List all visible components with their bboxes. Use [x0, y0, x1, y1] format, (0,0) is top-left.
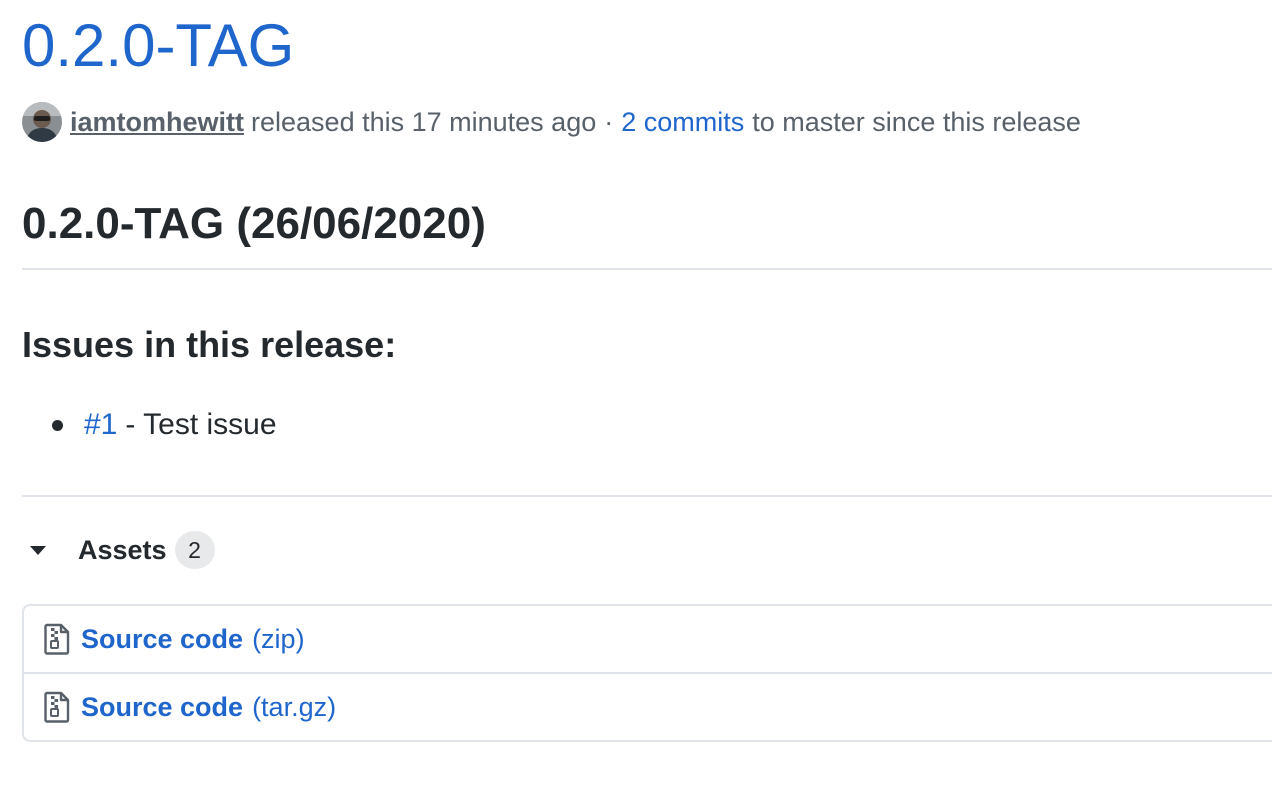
asset-link[interactable]: Source code — [81, 692, 243, 723]
issue-description: - Test issue — [125, 408, 277, 441]
assets-toggle[interactable]: Assets 2 — [22, 530, 215, 570]
asset-link[interactable]: Source code — [81, 624, 243, 655]
assets-label: Assets — [78, 534, 167, 565]
asset-row-zip[interactable]: Source code (zip) — [24, 606, 1272, 672]
commits-suffix: to master since this release — [752, 106, 1081, 137]
meta-separator: · — [604, 106, 614, 137]
release-meta: iamtomhewitt released this 17 minutes ag… — [22, 102, 1081, 142]
asset-row-targz[interactable]: Source code (tar.gz) — [24, 672, 1272, 740]
bullet-icon — [52, 419, 63, 431]
file-zip-icon — [44, 623, 70, 655]
heading-divider — [22, 268, 1272, 270]
release-title-link[interactable]: 0.2.0-TAG — [22, 8, 294, 84]
caret-down-icon — [30, 545, 46, 555]
assets-list: Source code (zip) Source code (tar.gz) — [22, 604, 1272, 742]
issues-heading: Issues in this release: — [22, 324, 397, 365]
asset-extension[interactable]: (tar.gz) — [252, 692, 336, 723]
issue-list: #1 - Test issue — [22, 404, 277, 446]
released-text: released this 17 minutes ago — [251, 106, 597, 137]
commits-link[interactable]: 2 commits — [621, 107, 744, 138]
section-divider — [22, 495, 1272, 497]
author-link[interactable]: iamtomhewitt — [70, 107, 244, 138]
avatar[interactable] — [22, 102, 62, 142]
issue-link[interactable]: #1 — [84, 404, 117, 446]
release-notes-heading: 0.2.0-TAG (26/06/2020) — [22, 199, 486, 248]
asset-extension[interactable]: (zip) — [252, 624, 305, 655]
list-item: #1 - Test issue — [22, 404, 277, 446]
file-zip-icon — [44, 691, 70, 723]
assets-count-badge: 2 — [174, 531, 215, 569]
avatar-image — [22, 102, 62, 142]
